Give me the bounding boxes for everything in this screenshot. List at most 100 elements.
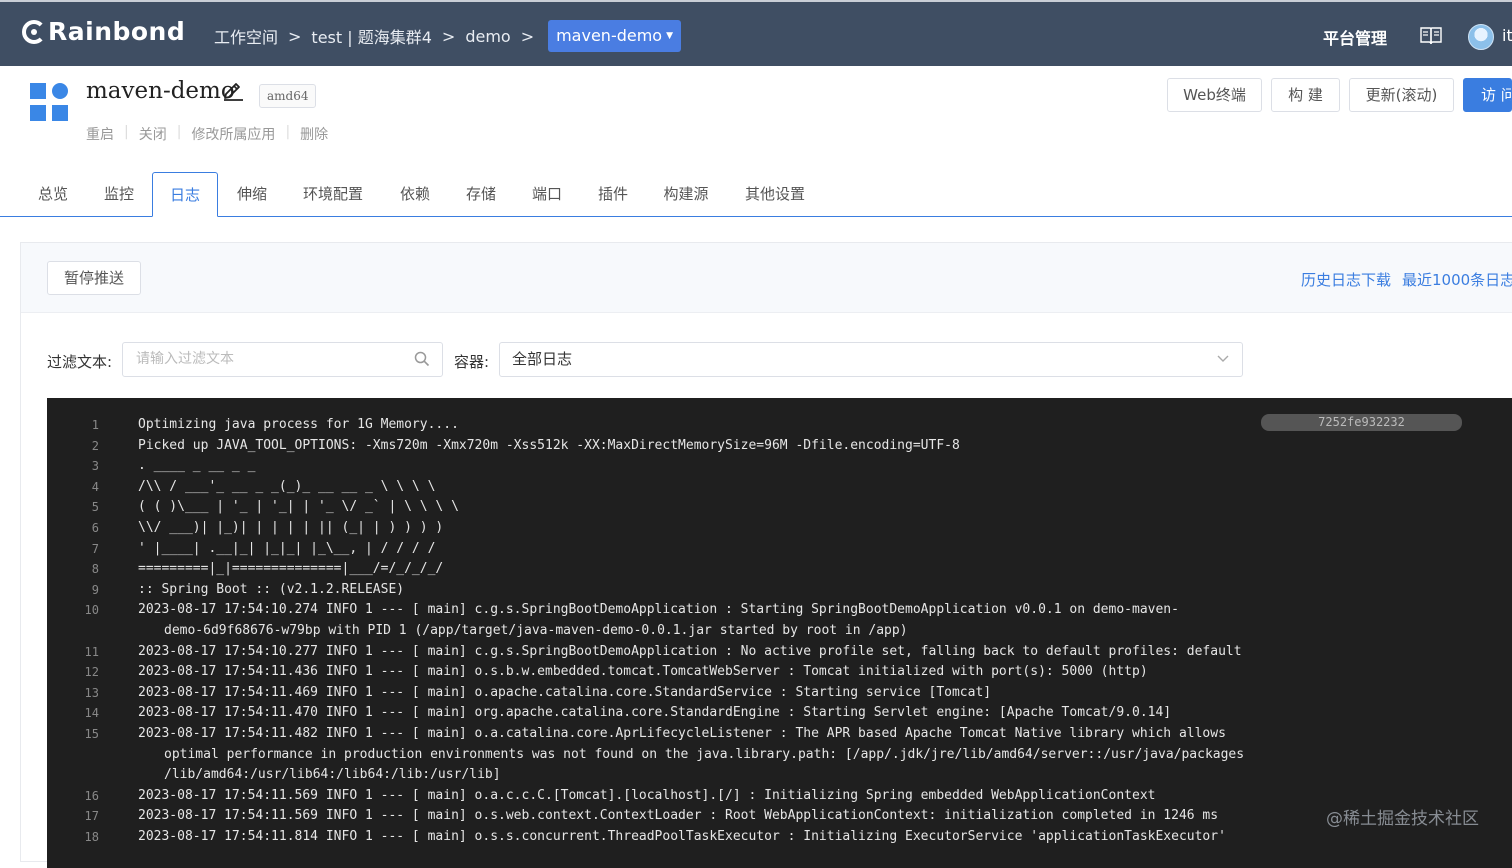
log-line-number: 11 bbox=[84, 644, 99, 659]
log-line-number: 17 bbox=[84, 809, 99, 824]
component-switcher[interactable]: maven-demo ▼ bbox=[548, 20, 682, 52]
breadcrumb-separator: > bbox=[441, 26, 456, 46]
move-app-action[interactable]: 修改所属应用 bbox=[191, 124, 275, 144]
log-line-text: 2023-08-17 17:54:11.436 INFO 1 --- [ mai… bbox=[138, 664, 1148, 680]
visit-button[interactable]: 访 问 bbox=[1463, 78, 1512, 112]
container-id-badge: 7252fe932232 bbox=[1261, 414, 1462, 431]
search-icon[interactable] bbox=[414, 351, 430, 367]
brand-name: Rainbond bbox=[48, 17, 186, 46]
platform-admin-link[interactable]: 平台管理 bbox=[1323, 25, 1387, 49]
divider: | bbox=[124, 124, 129, 140]
log-line-number: 14 bbox=[84, 706, 99, 721]
tab-monitor[interactable]: 监控 bbox=[93, 172, 145, 217]
breadcrumb-team[interactable]: test | 题海集群4 bbox=[311, 24, 431, 48]
log-line: 10 2023-08-17 17:54:10.274 INFO 1 --- [ m… bbox=[47, 600, 1257, 621]
log-line-number: 1 bbox=[91, 418, 99, 432]
current-component-label: maven-demo bbox=[556, 26, 663, 45]
stop-action[interactable]: 关闭 bbox=[139, 124, 167, 144]
pause-push-button[interactable]: 暂停推送 bbox=[47, 261, 141, 295]
log-line: 11 2023-08-17 17:54:10.277 INFO 1 --- [ m… bbox=[47, 642, 1257, 663]
log-line-text: 2023-08-17 17:54:11.569 INFO 1 --- [ mai… bbox=[138, 787, 1156, 803]
component-title: maven-demo bbox=[86, 78, 235, 104]
log-line-text: \\/ ___)| |_)| | | | | || (_| | ) ) ) ) bbox=[138, 519, 444, 535]
delete-action[interactable]: 删除 bbox=[300, 124, 328, 144]
log-line: 5 ( ( )\___ | '_ | '_| | '_ \/ _` | \ \ \… bbox=[47, 497, 1257, 518]
container-label: 容器: bbox=[454, 353, 490, 371]
log-line-number: 12 bbox=[84, 665, 99, 680]
tab-ports[interactable]: 端口 bbox=[521, 172, 573, 217]
log-line: 16 2023-08-17 17:54:11.569 INFO 1 --- [ m… bbox=[47, 786, 1257, 807]
tab-dependencies[interactable]: 依赖 bbox=[389, 172, 441, 217]
watermark: @稀土掘金技术社区 bbox=[1326, 809, 1479, 829]
recent-logs-link[interactable]: 最近1000条日志 bbox=[1402, 269, 1512, 290]
component-actions: 重启 | 关闭 | 修改所属应用 | 删除 bbox=[86, 124, 338, 144]
log-line: 13 2023-08-17 17:54:11.469 INFO 1 --- [ m… bbox=[47, 683, 1257, 704]
breadcrumb-separator: > bbox=[288, 26, 302, 46]
divider: | bbox=[176, 124, 182, 140]
log-line-number: 9 bbox=[91, 582, 99, 597]
log-line-text: :: Spring Boot :: (v2.1.2.RELEASE) bbox=[138, 581, 405, 597]
log-line-text: 2023-08-17 17:54:10.274 INFO 1 --- [ mai… bbox=[138, 602, 1179, 618]
log-line-text: 2023-08-17 17:54:11.814 INFO 1 --- [ mai… bbox=[138, 828, 1226, 844]
restart-action[interactable]: 重启 bbox=[86, 124, 114, 144]
log-line-text: ( ( )\___ | '_ | '_| | '_ \/ _` | \ \ \ … bbox=[138, 499, 459, 515]
log-line-text: 2023-08-17 17:54:11.469 INFO 1 --- [ mai… bbox=[138, 684, 992, 700]
log-line-number: 7 bbox=[91, 541, 99, 556]
breadcrumb-workspace[interactable]: 工作空间 bbox=[214, 24, 278, 48]
edit-name-icon[interactable] bbox=[222, 79, 244, 101]
tab-scaling[interactable]: 伸缩 bbox=[226, 172, 278, 217]
log-line: 18 2023-08-17 17:54:11.814 INFO 1 --- [ m… bbox=[47, 827, 1257, 848]
log-line-number bbox=[47, 745, 99, 766]
log-line-text: 2023-08-17 17:54:10.277 INFO 1 --- [ mai… bbox=[138, 643, 1242, 659]
log-line-number: 13 bbox=[84, 685, 99, 700]
breadcrumb-app[interactable]: demo bbox=[465, 27, 510, 46]
log-line-number: 15 bbox=[84, 726, 99, 741]
top-navbar: Rainbond 工作空间 > test | 题海集群4 > demo > ma… bbox=[0, 0, 1512, 66]
history-log-download-link[interactable]: 历史日志下载 bbox=[1301, 269, 1391, 290]
breadcrumb: 工作空间 > test | 题海集群4 > demo > maven-demo … bbox=[214, 20, 682, 52]
log-line-number: 18 bbox=[84, 829, 99, 844]
rainbond-logo[interactable]: Rainbond bbox=[22, 17, 185, 46]
log-line-text: =========|_|==============|___/=/_/_/_/ bbox=[138, 561, 444, 577]
tab-build-source[interactable]: 构建源 bbox=[653, 172, 719, 217]
user-avatar[interactable] bbox=[1468, 24, 1494, 50]
tab-logs[interactable]: 日志 bbox=[152, 172, 218, 217]
log-line: 14 2023-08-17 17:54:11.470 INFO 1 --- [ m… bbox=[47, 703, 1257, 724]
rolling-update-button[interactable]: 更新(滚动) bbox=[1349, 78, 1454, 112]
log-line-number: 4 bbox=[91, 479, 99, 494]
log-panel: 暂停推送 历史日志下载 最近1000条日志 过滤文本: 请输入过滤文本 容器: … bbox=[20, 242, 1512, 868]
username[interactable]: it bbox=[1502, 26, 1512, 45]
log-line: 17 2023-08-17 17:54:11.569 INFO 1 --- [ m… bbox=[47, 806, 1257, 827]
log-line-number bbox=[47, 765, 99, 786]
docs-book-icon[interactable] bbox=[1420, 26, 1442, 45]
log-line-number: 16 bbox=[84, 788, 99, 803]
log-line-number: 2 bbox=[91, 438, 99, 453]
arch-badge: amd64 bbox=[259, 84, 317, 108]
breadcrumb-separator: > bbox=[520, 26, 535, 46]
tab-env-config[interactable]: 环境配置 bbox=[293, 172, 373, 217]
tab-plugins[interactable]: 插件 bbox=[587, 172, 639, 217]
log-line-text: ' |____| .__|_| |_|_| |_\__, | / / / / bbox=[138, 540, 436, 556]
caret-down-icon: ▼ bbox=[666, 31, 674, 41]
log-line-text: optimal performance in production enviro… bbox=[164, 746, 1245, 762]
web-terminal-button[interactable]: Web终端 bbox=[1167, 78, 1262, 112]
tab-other-settings[interactable]: 其他设置 bbox=[735, 172, 815, 217]
component-tabs: 总览 监控 日志 伸缩 环境配置 依赖 存储 端口 插件 构建源 其他设置 bbox=[0, 172, 1512, 217]
log-panel-header: 暂停推送 历史日志下载 最近1000条日志 bbox=[21, 243, 1512, 313]
log-line: 4 /\\ / ___'_ __ _ _(_)_ __ __ _ \ \ \ \ bbox=[47, 477, 1257, 498]
log-line: 12 2023-08-17 17:54:11.436 INFO 1 --- [ m… bbox=[47, 662, 1257, 683]
log-line: 3 . ____ _ __ _ _ bbox=[47, 456, 1257, 477]
log-line-number: 3 bbox=[91, 459, 99, 474]
log-line-number: 5 bbox=[91, 500, 99, 515]
tab-overview[interactable]: 总览 bbox=[27, 172, 79, 217]
container-select[interactable]: 全部日志 bbox=[499, 342, 1243, 377]
tab-storage[interactable]: 存储 bbox=[455, 172, 507, 217]
log-console[interactable]: 7252fe932232 1 Optimizing java process fo… bbox=[47, 398, 1512, 868]
log-lines: 1 Optimizing java process for 1G Memory..… bbox=[47, 415, 1257, 847]
chevron-down-icon[interactable] bbox=[1216, 353, 1230, 365]
log-line-number: 10 bbox=[84, 603, 99, 618]
log-line-text: . ____ _ __ _ _ bbox=[138, 458, 256, 474]
build-button[interactable]: 构 建 bbox=[1271, 78, 1340, 112]
filter-text-input[interactable]: 请输入过滤文本 bbox=[122, 342, 443, 377]
log-line: 8 =========|_|==============|___/=/_/_/_/ bbox=[47, 559, 1257, 580]
